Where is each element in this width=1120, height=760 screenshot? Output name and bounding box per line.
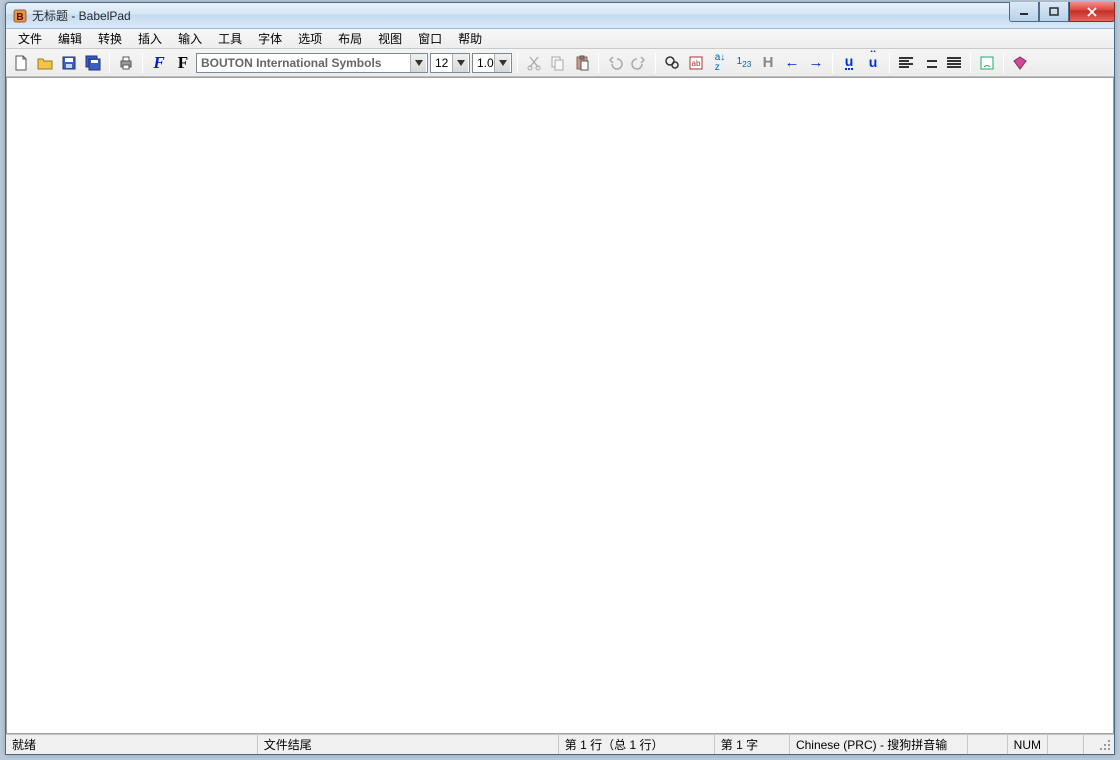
open-file-button[interactable] — [34, 52, 56, 74]
editor-area[interactable] — [6, 77, 1114, 734]
menu-bar: 文件 编辑 转换 插入 输入 工具 字体 选项 布局 视图 窗口 帮助 — [6, 29, 1114, 49]
menu-tools[interactable]: 工具 — [210, 28, 250, 49]
align-right-button[interactable] — [919, 52, 941, 74]
menu-convert[interactable]: 转换 — [90, 28, 130, 49]
replace-button[interactable]: ab — [685, 52, 707, 74]
app-icon: B — [12, 8, 28, 24]
font-name-value: BOUTON International Symbols — [201, 56, 410, 70]
font-style-1-button[interactable]: F — [148, 52, 170, 74]
status-char: 第 1 字 — [715, 735, 790, 754]
toolbar-separator — [142, 53, 143, 73]
menu-insert[interactable]: 插入 — [130, 28, 170, 49]
line-spacing-value: 1.0 — [477, 56, 494, 70]
next-button[interactable]: → — [805, 52, 827, 74]
status-eof: 文件结尾 — [258, 735, 559, 754]
status-blank2 — [1048, 735, 1084, 754]
maximize-button[interactable] — [1039, 2, 1069, 22]
dropdown-arrow-icon[interactable] — [410, 54, 426, 72]
menu-view[interactable]: 视图 — [370, 28, 410, 49]
status-num: NUM — [1008, 735, 1048, 754]
font-size-value: 12 — [435, 56, 452, 70]
undo-button[interactable] — [604, 52, 626, 74]
find-button[interactable] — [661, 52, 683, 74]
status-bar: 就绪 文件结尾 第 1 行（总 1 行） 第 1 字 Chinese (PRC)… — [6, 734, 1114, 754]
new-file-button[interactable] — [10, 52, 32, 74]
toolbar-separator — [655, 53, 656, 73]
close-button[interactable] — [1069, 2, 1115, 22]
toolbar-separator — [598, 53, 599, 73]
status-line: 第 1 行（总 1 行） — [559, 735, 715, 754]
line-spacing-combo[interactable]: 1.0 — [472, 53, 512, 73]
titlebar[interactable]: B 无标题 - BabelPad — [6, 3, 1114, 29]
menu-font[interactable]: 字体 — [250, 28, 290, 49]
dropdown-arrow-icon[interactable] — [452, 54, 468, 72]
font-style-2-button[interactable]: F — [172, 52, 194, 74]
toolbar-separator — [832, 53, 833, 73]
status-ime: Chinese (PRC) - 搜狗拼音输 — [790, 735, 968, 754]
sort-button[interactable]: a↓z — [709, 52, 731, 74]
menu-input[interactable]: 输入 — [170, 28, 210, 49]
toolbar-separator — [517, 53, 518, 73]
menu-file[interactable]: 文件 — [10, 28, 50, 49]
toolbar-separator — [109, 53, 110, 73]
character-map-button[interactable] — [976, 52, 998, 74]
redo-button[interactable] — [628, 52, 650, 74]
status-blank — [968, 735, 1008, 754]
menu-options[interactable]: 选项 — [290, 28, 330, 49]
copy-button[interactable] — [547, 52, 569, 74]
window-title: 无标题 - BabelPad — [32, 7, 131, 24]
font-name-combo[interactable]: BOUTON International Symbols — [196, 53, 428, 73]
align-left-button[interactable] — [895, 52, 917, 74]
toolbar-separator — [889, 53, 890, 73]
minimize-button[interactable] — [1009, 2, 1039, 22]
menu-help[interactable]: 帮助 — [450, 28, 490, 49]
align-justify-button[interactable] — [943, 52, 965, 74]
underline-dots-button[interactable]: u — [838, 52, 860, 74]
status-ready: 就绪 — [6, 735, 258, 754]
toolbar: F F BOUTON International Symbols 12 1.0 — [6, 49, 1114, 77]
highlight-button[interactable]: H — [757, 52, 779, 74]
menu-edit[interactable]: 编辑 — [50, 28, 90, 49]
numbers-button[interactable]: 123 — [733, 52, 755, 74]
cut-button[interactable] — [523, 52, 545, 74]
toolbar-separator — [1003, 53, 1004, 73]
help-button[interactable] — [1009, 52, 1031, 74]
dropdown-arrow-icon[interactable] — [494, 54, 510, 72]
save-button[interactable] — [58, 52, 80, 74]
save-all-button[interactable] — [82, 52, 104, 74]
paste-button[interactable] — [571, 52, 593, 74]
toolbar-separator — [970, 53, 971, 73]
menu-window[interactable]: 窗口 — [410, 28, 450, 49]
window-controls — [1009, 2, 1115, 22]
svg-text:ab: ab — [692, 59, 701, 68]
prev-button[interactable]: ← — [781, 52, 803, 74]
svg-text:B: B — [16, 12, 23, 23]
menu-layout[interactable]: 布局 — [330, 28, 370, 49]
resize-grip[interactable] — [1084, 735, 1114, 754]
font-size-combo[interactable]: 12 — [430, 53, 470, 73]
app-window: B 无标题 - BabelPad 文件 编辑 转换 插入 输入 工具 字体 选项… — [5, 2, 1115, 755]
diaeresis-button[interactable]: u — [862, 52, 884, 74]
print-button[interactable] — [115, 52, 137, 74]
